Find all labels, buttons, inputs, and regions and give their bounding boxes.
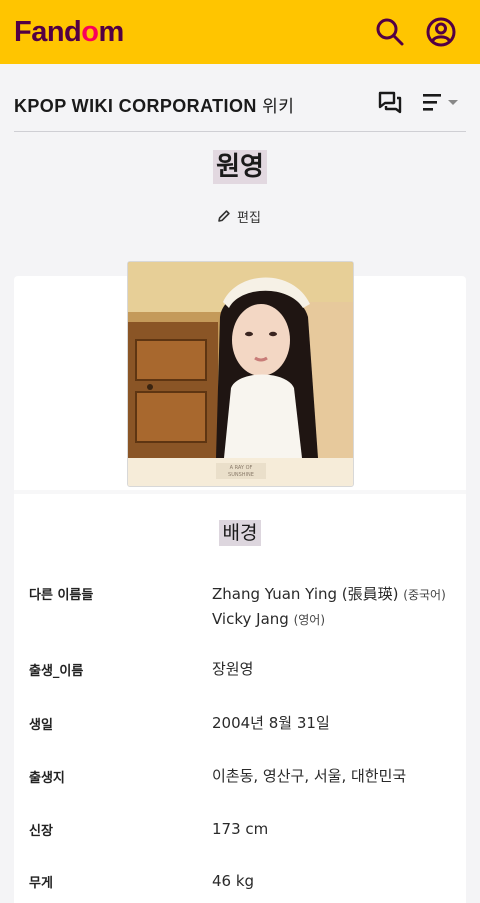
infobox-label-other-names: 다른 이름들 bbox=[29, 588, 94, 603]
infobox-value-other-names: Zhang Yuan Ying (張員瑛) (중국어) Vicky Jang (… bbox=[212, 582, 446, 632]
infobox-value-height: 173 cm bbox=[212, 820, 269, 838]
infobox-label-height: 신장 bbox=[29, 824, 53, 839]
user-account-icon[interactable] bbox=[425, 16, 457, 48]
infobox-label-birthplace: 출생지 bbox=[29, 771, 65, 786]
edit-button[interactable]: 편집 bbox=[217, 206, 261, 226]
infobox-value-weight: 46 kg bbox=[212, 872, 255, 890]
infobox-value-birthplace: 이촌동, 영산구, 서울, 대한민국 bbox=[212, 767, 407, 785]
infobox-image[interactable]: A RAY OF SUNSHINE bbox=[127, 261, 354, 487]
wiki-header: KPOP WIKI CORPORATION 위키 bbox=[14, 86, 466, 132]
infobox-section-title: 배경 bbox=[0, 520, 480, 546]
svg-text:SUNSHINE: SUNSHINE bbox=[228, 472, 254, 478]
infobox-value-birthday: 2004년 8월 31일 bbox=[212, 714, 330, 732]
edit-label: 편집 bbox=[237, 210, 261, 226]
search-icon[interactable] bbox=[374, 16, 406, 48]
logo-flame-letter: o bbox=[81, 16, 99, 48]
global-navigation-bar: Fandom bbox=[0, 0, 480, 64]
other-name-english: Vicky Jang bbox=[212, 610, 289, 628]
infobox-label-weight: 무게 bbox=[29, 876, 53, 891]
fandom-logo[interactable]: Fandom bbox=[14, 14, 124, 50]
infobox-value-birth-name: 장원영 bbox=[212, 660, 254, 678]
page-title: 원영 bbox=[0, 150, 480, 184]
svg-text:A RAY OF: A RAY OF bbox=[230, 465, 253, 471]
infobox-label-birthday: 생일 bbox=[29, 718, 53, 733]
wiki-name-link[interactable]: KPOP WIKI CORPORATION 위키 bbox=[14, 92, 294, 117]
discussions-icon[interactable] bbox=[377, 90, 403, 116]
wiki-menu-dropdown[interactable] bbox=[421, 92, 469, 114]
other-name-chinese: Zhang Yuan Ying (張員瑛) bbox=[212, 585, 399, 603]
other-name-chinese-note: (중국어) bbox=[403, 588, 446, 602]
infobox-label-birth-name: 출생_이름 bbox=[29, 664, 84, 679]
infobox-divider bbox=[14, 490, 466, 494]
pencil-icon bbox=[218, 210, 230, 222]
other-name-english-note: (영어) bbox=[293, 613, 326, 627]
